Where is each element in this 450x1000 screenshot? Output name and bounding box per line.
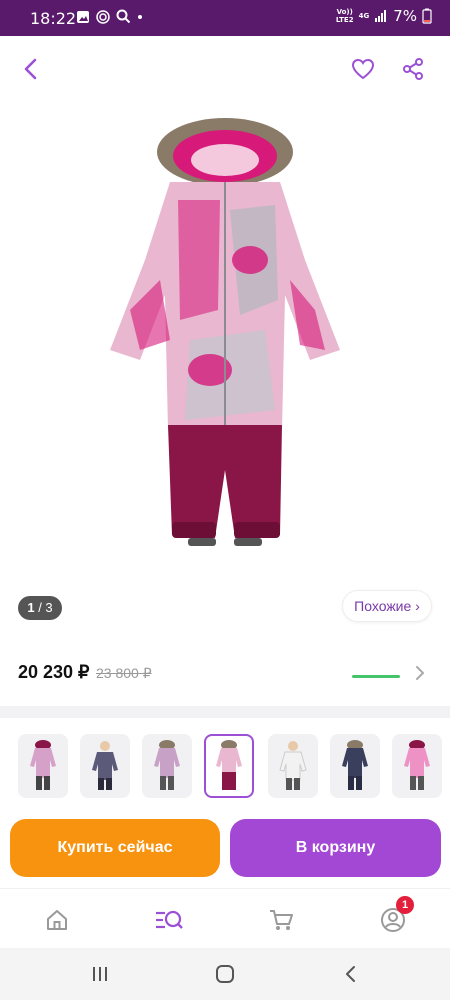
notification-badge: 1 bbox=[396, 896, 414, 914]
section-divider bbox=[0, 706, 450, 718]
back-arrow-icon bbox=[346, 966, 355, 982]
search-icon bbox=[116, 9, 131, 24]
price-block: 20 230 ₽ 23 800 ₽ bbox=[0, 640, 450, 706]
dot-icon bbox=[138, 14, 142, 19]
old-price: 23 800 ₽ bbox=[96, 665, 152, 681]
image-page-counter: 1 / 3 bbox=[18, 596, 62, 620]
catalog-search-icon bbox=[156, 910, 183, 929]
gallery-icon bbox=[77, 10, 89, 23]
variant-thumbnail-selected[interactable] bbox=[204, 734, 254, 798]
variant-thumbnail[interactable] bbox=[268, 734, 318, 798]
status-notification-icons bbox=[76, 9, 143, 24]
share-icon bbox=[403, 58, 423, 80]
share-button[interactable] bbox=[396, 52, 430, 86]
battery-percent: 7% bbox=[393, 7, 417, 25]
back-button[interactable] bbox=[14, 52, 48, 86]
variant-thumbnail[interactable] bbox=[330, 734, 380, 798]
status-time: 18:22 bbox=[30, 9, 77, 28]
system-navigation-bar bbox=[0, 948, 450, 1000]
favorite-button[interactable] bbox=[346, 52, 380, 86]
target-icon bbox=[96, 9, 110, 24]
net-type: 4G bbox=[358, 12, 370, 20]
top-app-bar bbox=[0, 36, 450, 100]
add-to-cart-button[interactable]: В корзину bbox=[230, 819, 441, 877]
variant-thumbnail[interactable] bbox=[80, 734, 130, 798]
network-label: Vo)) LTE2 bbox=[335, 8, 354, 24]
signal-icon bbox=[375, 10, 387, 22]
current-price: 20 230 ₽ bbox=[18, 662, 90, 682]
nav-cart[interactable] bbox=[266, 905, 296, 935]
price-indicator bbox=[352, 675, 400, 678]
variant-thumbnail[interactable] bbox=[392, 734, 442, 798]
system-back-button[interactable] bbox=[339, 962, 363, 986]
heart-icon bbox=[351, 58, 375, 80]
chevron-left-icon bbox=[24, 58, 37, 80]
bottom-navigation bbox=[0, 888, 450, 948]
color-variant-strip bbox=[0, 718, 450, 810]
similar-items-button[interactable]: Похожие › bbox=[342, 590, 432, 622]
status-right: Vo)) LTE2 4G 7% bbox=[336, 7, 432, 25]
variant-thumbnail[interactable] bbox=[18, 734, 68, 798]
variant-thumbnail[interactable] bbox=[142, 734, 192, 798]
home-icon bbox=[47, 910, 67, 930]
nav-catalog[interactable] bbox=[152, 905, 186, 935]
buy-now-button[interactable]: Купить сейчас bbox=[10, 819, 220, 877]
action-bar: Купить сейчас В корзину bbox=[0, 810, 450, 888]
status-bar: 18:22 Vo)) LTE2 4G 7% bbox=[0, 0, 450, 36]
recent-apps-icon bbox=[93, 967, 107, 981]
product-image[interactable] bbox=[100, 110, 350, 560]
chevron-right-icon[interactable] bbox=[412, 662, 428, 684]
home-circle-icon bbox=[216, 965, 234, 983]
battery-icon bbox=[422, 8, 432, 24]
cart-icon bbox=[270, 910, 293, 930]
recent-apps-button[interactable] bbox=[88, 962, 112, 986]
nav-home[interactable] bbox=[42, 905, 72, 935]
home-button[interactable] bbox=[213, 962, 237, 986]
